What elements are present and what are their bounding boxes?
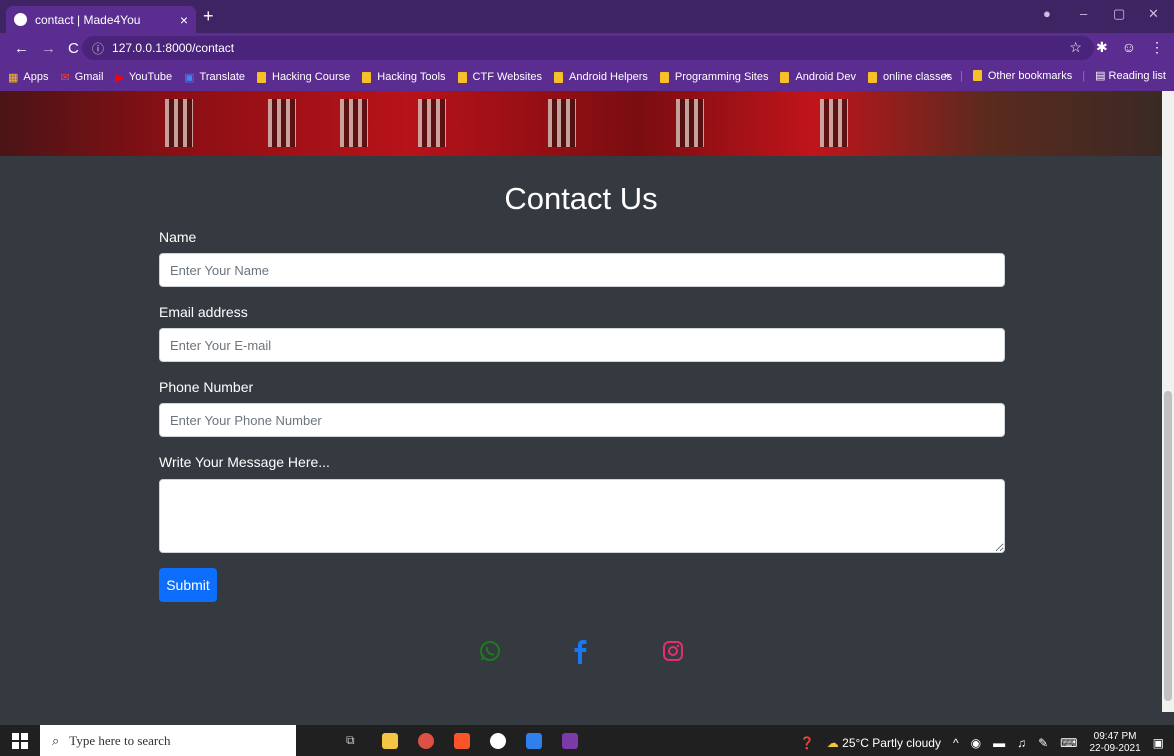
profile-icon[interactable]: ●	[1043, 6, 1051, 21]
windows-start-button[interactable]	[0, 732, 40, 749]
browser-toolbar: ← → C ⓘ 127.0.0.1:8000/contact ☆ ✱ ☺ ⋮	[0, 33, 1174, 63]
bookmark-translate[interactable]: ▣ Translate	[184, 71, 245, 84]
star-icon[interactable]: ☆	[1069, 39, 1082, 56]
phone-label: Phone Number	[159, 379, 254, 395]
close-window-icon[interactable]: ✕	[1148, 6, 1159, 22]
gmail-icon: ✉	[60, 71, 70, 84]
other-bookmarks[interactable]: Other bookmarks	[972, 70, 1072, 82]
name-label: Name	[159, 229, 197, 245]
bookmark-ctf-websites[interactable]: CTF Websites	[457, 71, 542, 83]
tab-close-icon[interactable]: ×	[180, 12, 188, 28]
instagram-icon	[663, 641, 683, 661]
battery-icon[interactable]: ▬	[993, 736, 1005, 750]
bookmark-online-classes[interactable]: online classes	[868, 71, 952, 83]
volume-icon[interactable]: ♫	[1017, 736, 1026, 750]
search-icon: ⌕	[52, 732, 60, 748]
weather-icon: ☁	[826, 736, 843, 750]
browser-tab-bar: contact | Made4You × + ● – ▢ ✕	[0, 0, 1174, 33]
bookmark-programming-sites[interactable]: Programming Sites	[659, 71, 768, 83]
chrome-icon[interactable]	[418, 732, 434, 749]
scrollbar-thumb[interactable]	[1164, 391, 1172, 701]
whatsapp-icon	[480, 641, 500, 661]
bookmark-gmail[interactable]: ✉ Gmail	[60, 71, 103, 84]
folder-icon	[868, 71, 877, 83]
weather-widget[interactable]: ☁ 25°C Partly cloudy	[827, 736, 941, 750]
bookmark-apps[interactable]: ▦ Apps	[8, 71, 48, 84]
windows-logo-icon	[12, 732, 28, 749]
email-input[interactable]	[159, 328, 1005, 362]
page-viewport: Contact Us Name Email address Phone Numb…	[0, 91, 1162, 712]
hero-image	[0, 91, 1162, 156]
translate-icon: ▣	[184, 71, 195, 84]
network-icon[interactable]: ◉	[971, 736, 981, 750]
whatsapp-link[interactable]	[475, 636, 505, 666]
reload-icon[interactable]: C	[68, 40, 79, 57]
apps-grid-icon: ▦	[8, 71, 19, 84]
folder-icon	[554, 71, 564, 83]
forward-icon[interactable]: →	[41, 40, 56, 57]
browser-tab[interactable]: contact | Made4You ×	[6, 6, 196, 33]
address-bar[interactable]: ⓘ 127.0.0.1:8000/contact	[82, 36, 1094, 60]
bookmark-youtube[interactable]: ▶ YouTube	[115, 71, 172, 84]
bookmark-hacking-tools[interactable]: Hacking Tools	[362, 71, 446, 83]
windows-taskbar: ⌕ Type here to search ⧉ ❓ ☁ 25°C Partly …	[0, 725, 1174, 756]
folder-icon	[659, 71, 669, 83]
extensions-icon[interactable]: ✱	[1096, 39, 1108, 56]
minimize-icon[interactable]: –	[1080, 6, 1087, 21]
youtube-icon: ▶	[115, 71, 124, 84]
reading-list[interactable]: ▤ Reading list	[1095, 69, 1166, 82]
page-title: Contact Us	[504, 181, 658, 216]
bookmark-android-helpers[interactable]: Android Helpers	[554, 71, 648, 83]
message-textarea[interactable]	[159, 479, 1005, 553]
reading-list-icon: ▤	[1095, 70, 1109, 82]
menu-icon[interactable]: ⋮	[1150, 39, 1164, 56]
bookmark-android-dev[interactable]: Android Dev	[780, 71, 856, 83]
file-explorer-icon[interactable]	[382, 732, 398, 749]
site-favicon-icon	[14, 13, 27, 26]
taskbar-clock[interactable]: 09:47 PM 22-09-2021	[1090, 731, 1141, 755]
page-scrollbar[interactable]	[1162, 91, 1174, 712]
help-icon[interactable]: ❓	[800, 736, 815, 750]
bookmark-hacking-course[interactable]: Hacking Course	[257, 71, 350, 83]
avatar[interactable]: ☺	[1122, 39, 1136, 56]
facebook-icon	[574, 640, 587, 664]
url-text: 127.0.0.1:8000/contact	[112, 41, 235, 55]
email-label: Email address	[159, 304, 248, 320]
bookmarks-overflow-icon[interactable]: »	[944, 70, 950, 82]
taskbar-search[interactable]: ⌕ Type here to search	[40, 725, 296, 756]
message-label: Write Your Message Here...	[159, 454, 330, 470]
submit-button[interactable]: Submit	[159, 568, 217, 602]
new-tab-button[interactable]: +	[203, 6, 214, 27]
bookmarks-bar: ▦ Apps ✉ Gmail ▶ YouTube ▣ Translate Hacking…	[0, 63, 1174, 91]
app-icon[interactable]	[490, 732, 506, 749]
brave-icon[interactable]	[454, 732, 470, 749]
folder-icon	[780, 71, 790, 83]
facebook-link[interactable]	[565, 636, 595, 666]
name-input[interactable]	[159, 253, 1005, 287]
task-view-icon[interactable]: ⧉	[346, 733, 362, 749]
notification-icon[interactable]: ▣	[1153, 736, 1164, 750]
app-icon[interactable]	[562, 732, 578, 749]
instagram-link[interactable]	[658, 636, 688, 666]
folder-icon	[257, 71, 266, 83]
chevron-up-icon[interactable]: ^	[953, 736, 959, 750]
keyboard-icon[interactable]: ⌨	[1060, 736, 1077, 750]
tab-title: contact | Made4You	[35, 12, 141, 27]
folder-icon	[457, 71, 467, 83]
maximize-icon[interactable]: ▢	[1113, 6, 1125, 22]
back-icon[interactable]: ←	[14, 40, 29, 57]
folder-icon	[972, 70, 982, 81]
phone-input[interactable]	[159, 403, 1005, 437]
folder-icon	[362, 71, 372, 83]
pen-icon[interactable]: ✎	[1038, 736, 1048, 750]
site-info-icon[interactable]: ⓘ	[92, 40, 104, 57]
vscode-icon[interactable]	[526, 732, 542, 749]
